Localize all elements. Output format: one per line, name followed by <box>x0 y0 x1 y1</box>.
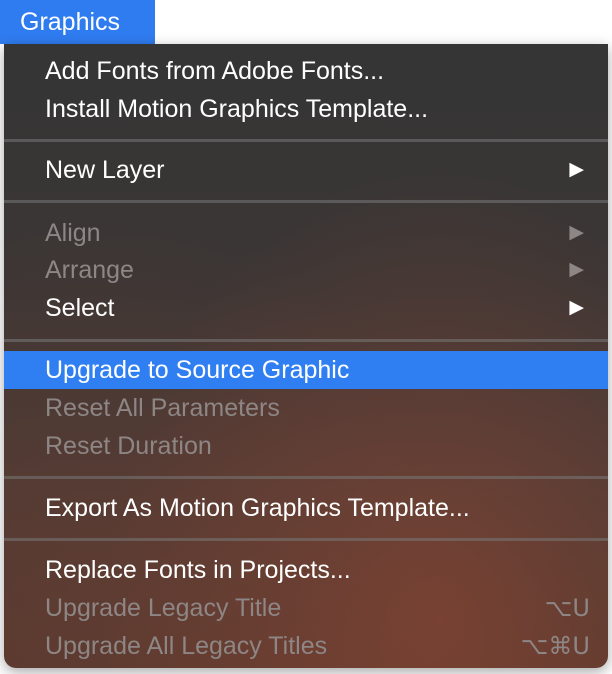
menu-separator <box>4 476 608 479</box>
menu-item-label: Arrange <box>45 256 134 284</box>
submenu-arrow-icon: ▶ <box>569 159 584 180</box>
submenu-arrow-icon: ▶ <box>569 259 584 280</box>
menu-item-reset-duration: Reset Duration <box>4 427 608 465</box>
menu-item-label: Select <box>45 294 115 322</box>
menu-item-reset-all-parameters: Reset All Parameters <box>4 389 608 427</box>
submenu-arrow-icon: ▶ <box>569 297 584 318</box>
menu-item-select[interactable]: Select ▶ <box>4 289 608 327</box>
menu-item-label: Add Fonts from Adobe Fonts... <box>45 57 385 85</box>
menu-item-add-fonts[interactable]: Add Fonts from Adobe Fonts... <box>4 52 608 90</box>
menu-separator <box>4 339 608 342</box>
menu-separator <box>4 200 608 203</box>
menu-item-label: New Layer <box>45 156 165 184</box>
keyboard-shortcut: ⌥U <box>544 594 590 622</box>
menubar-graphics[interactable]: Graphics <box>0 0 155 44</box>
menu-item-label: Upgrade All Legacy Titles <box>45 632 328 660</box>
submenu-arrow-icon: ▶ <box>569 222 584 243</box>
menu-item-upgrade-legacy-title: Upgrade Legacy Title ⌥U <box>4 589 608 627</box>
menu-item-export-mogrt[interactable]: Export As Motion Graphics Template... <box>4 489 608 527</box>
menu-item-label: Upgrade Legacy Title <box>45 594 282 622</box>
menu-item-replace-fonts[interactable]: Replace Fonts in Projects... <box>4 551 608 589</box>
menu-item-arrange: Arrange ▶ <box>4 251 608 289</box>
menu-separator <box>4 139 608 142</box>
menu-item-label: Reset All Parameters <box>45 394 280 422</box>
menu-item-new-layer[interactable]: New Layer ▶ <box>4 151 608 189</box>
menu-item-upgrade-source-graphic[interactable]: Upgrade to Source Graphic <box>4 351 608 389</box>
menu-item-align: Align ▶ <box>4 214 608 252</box>
menu-item-label: Align <box>45 219 101 247</box>
menu-item-label: Replace Fonts in Projects... <box>45 556 351 584</box>
menu-item-install-mogrt[interactable]: Install Motion Graphics Template... <box>4 90 608 128</box>
menu-item-upgrade-all-legacy-titles: Upgrade All Legacy Titles ⌥⌘U <box>4 627 608 665</box>
keyboard-shortcut: ⌥⌘U <box>520 632 590 660</box>
menu-item-label: Upgrade to Source Graphic <box>45 356 350 384</box>
menu-item-label: Export As Motion Graphics Template... <box>45 494 470 522</box>
menu-item-label: Install Motion Graphics Template... <box>45 95 429 123</box>
graphics-menu: Add Fonts from Adobe Fonts... Install Mo… <box>4 44 608 668</box>
menu-item-label: Reset Duration <box>45 432 212 460</box>
menu-separator <box>4 538 608 541</box>
